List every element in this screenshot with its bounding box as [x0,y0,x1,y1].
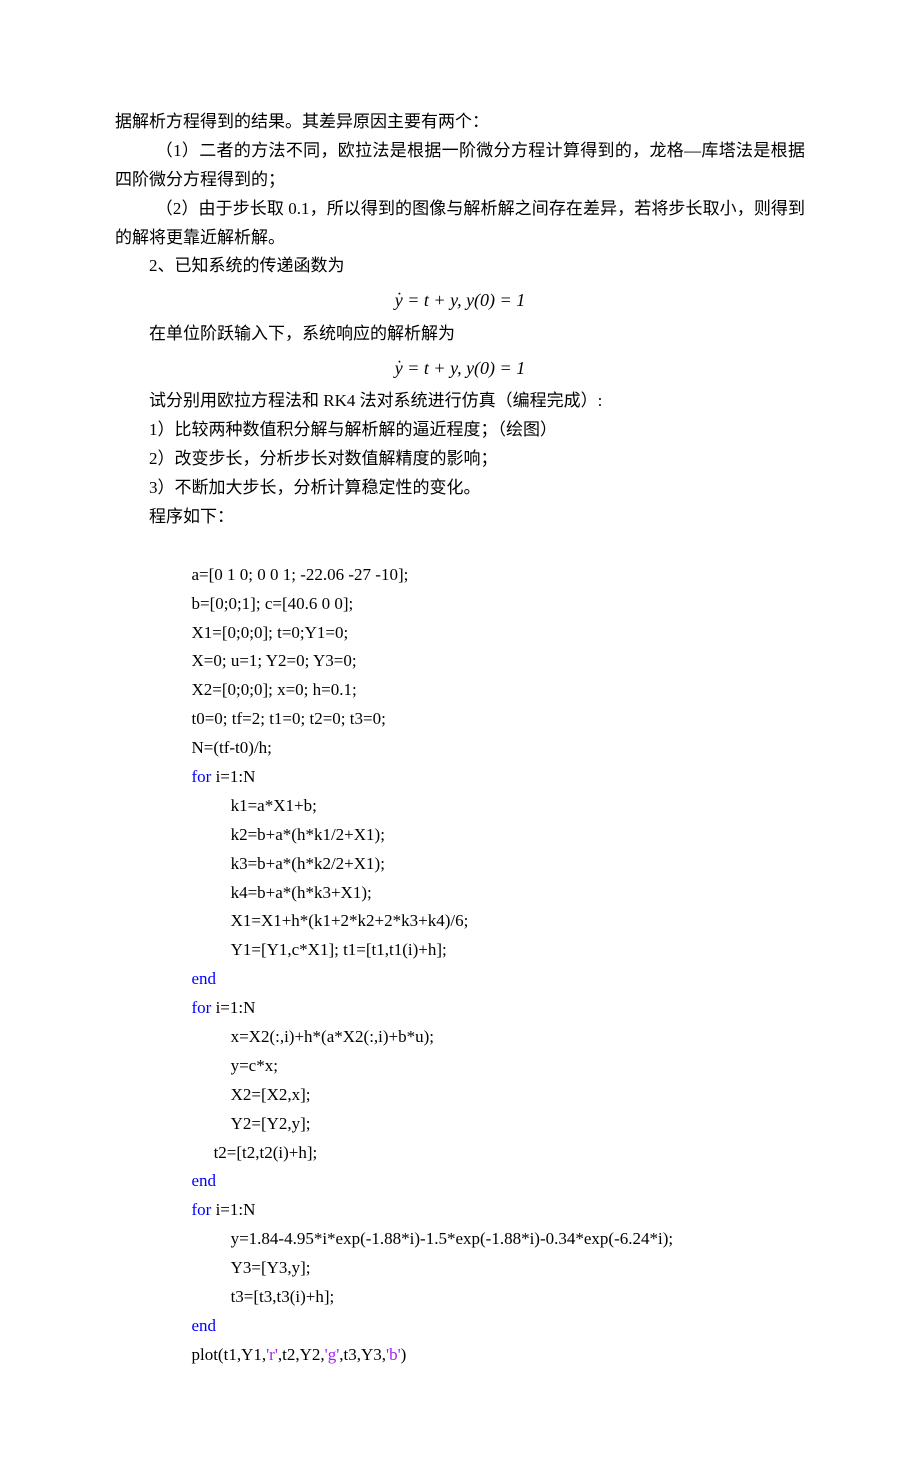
body-text: （1）二者的方法不同，欧拉法是根据一阶微分方程计算得到的，龙格—库塔法是根据四阶… [115,137,805,195]
ydot-symbol: y [395,290,403,310]
equation: y = t + y, y(0) = 1 [115,353,805,384]
code-line: N=(tf-t0)/h; [191,734,271,763]
keyword: for [191,998,211,1017]
code-text: i=1:N [211,998,255,1017]
code-text: ,t2,Y2, [278,1345,325,1364]
code-line: X1=X1+h*(k1+2*k2+2*k3+k4)/6; [231,907,469,936]
page-container: 据解析方程得到的结果。其差异原因主要有两个： （1）二者的方法不同，欧拉法是根据… [0,0,920,1469]
code-line: t3=[t3,t3(i)+h]; [231,1283,335,1312]
code-text: i=1:N [211,1200,255,1219]
code-line: x=X2(:,i)+h*(a*X2(:,i)+b*u); [231,1023,434,1052]
keyword: for [191,1200,211,1219]
code-line: X2=[0;0;0]; x=0; h=0.1; [191,676,356,705]
code-block: a=[0 1 0; 0 0 1; -22.06 -27 -10]; b=[0;0… [152,532,805,1399]
ydot-symbol: y [395,358,403,378]
code-line: for i=1:N [191,994,255,1023]
body-text: 3）不断加大步长，分析计算稳定性的变化。 [115,474,805,503]
equation: y = t + y, y(0) = 1 [115,285,805,316]
body-text: 试分别用欧拉方程法和 RK4 法对系统进行仿真（编程完成）: [115,387,805,416]
keyword-end: end [191,965,216,994]
string-literal: 'r' [266,1345,278,1364]
string-literal: 'b' [386,1345,401,1364]
code-text: ,t3,Y3, [339,1345,386,1364]
body-text: 在单位阶跃输入下，系统响应的解析解为 [115,320,805,349]
equation-text: = t + y, y(0) = 1 [403,358,525,378]
body-text: 1）比较两种数值积分解与解析解的逼近程度；（绘图） [115,416,805,445]
body-text: 据解析方程得到的结果。其差异原因主要有两个： [115,108,805,137]
code-line: t0=0; tf=2; t1=0; t2=0; t3=0; [191,705,385,734]
keyword-end: end [191,1312,216,1341]
body-text: 2）改变步长，分析步长对数值解精度的影响； [115,445,805,474]
code-line: Y3=[Y3,y]; [231,1254,311,1283]
code-line: Y2=[Y2,y]; [231,1110,311,1139]
code-line: X1=[0;0;0]; t=0;Y1=0; [191,619,348,648]
code-line: k3=b+a*(h*k2/2+X1); [231,850,385,879]
code-line: plot(t1,Y1,'r',t2,Y2,'g',t3,Y3,'b') [191,1341,406,1370]
code-text: i=1:N [211,767,255,786]
code-line: y=1.84-4.95*i*exp(-1.88*i)-1.5*exp(-1.88… [231,1225,674,1254]
code-line: t2=[t2,t2(i)+h]; [214,1139,318,1168]
string-literal: 'g' [325,1345,340,1364]
body-text: 2、已知系统的传递函数为 [115,252,805,281]
code-line: for i=1:N [191,1196,255,1225]
code-line: X2=[X2,x]; [231,1081,311,1110]
code-line: for i=1:N [191,763,255,792]
code-line: a=[0 1 0; 0 0 1; -22.06 -27 -10]; [191,561,408,590]
code-line: y=c*x; [231,1052,278,1081]
body-text: 程序如下： [115,503,805,532]
code-line: k4=b+a*(h*k3+X1); [231,879,372,908]
equation-text: = t + y, y(0) = 1 [403,290,525,310]
code-line: k2=b+a*(h*k1/2+X1); [231,821,385,850]
keyword-end: end [191,1167,216,1196]
body-text: （2）由于步长取 0.1，所以得到的图像与解析解之间存在差异，若将步长取小，则得… [115,195,805,253]
code-line: b=[0;0;1]; c=[40.6 0 0]; [191,590,353,619]
code-text: ) [401,1345,407,1364]
code-line: X=0; u=1; Y2=0; Y3=0; [191,647,356,676]
keyword: for [191,767,211,786]
code-line: k1=a*X1+b; [231,792,317,821]
code-text: plot(t1,Y1, [191,1345,266,1364]
code-line: Y1=[Y1,c*X1]; t1=[t1,t1(i)+h]; [231,936,447,965]
